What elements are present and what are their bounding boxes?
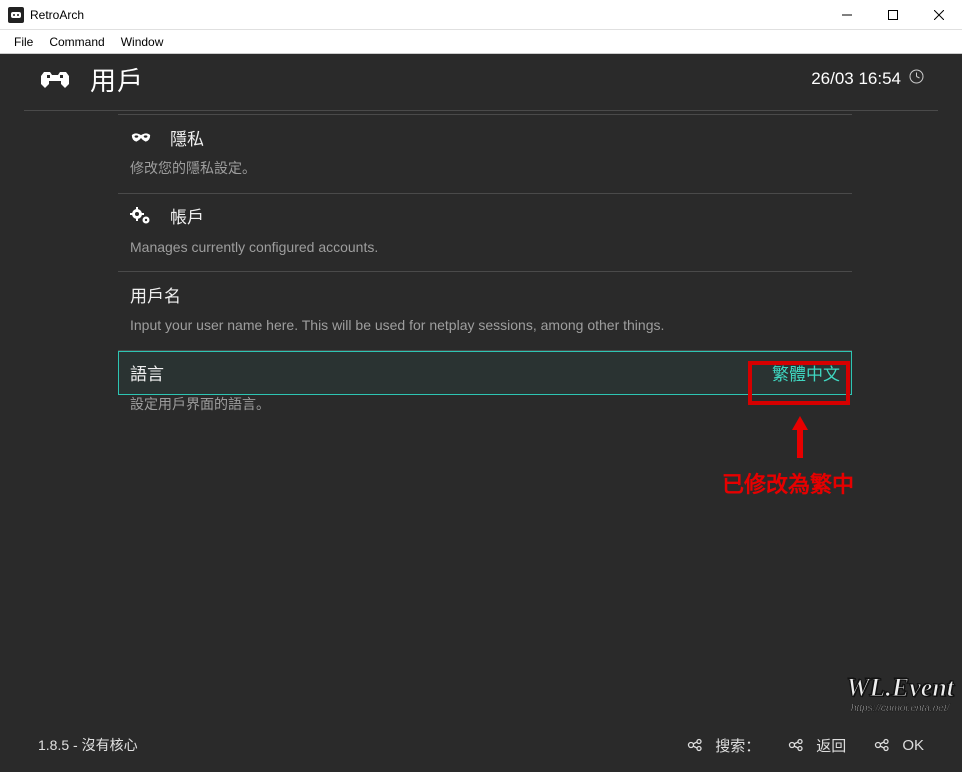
- settings-item-privacy[interactable]: 隱私 修改您的隱私設定。: [118, 114, 852, 193]
- item-description: Manages currently configured accounts.: [118, 238, 852, 272]
- mask-icon: [130, 130, 152, 144]
- gears-icon: [130, 207, 152, 225]
- settings-item-username[interactable]: 用戶名 Input your user name here. This will…: [118, 271, 852, 350]
- item-label: 帳戶: [170, 203, 204, 228]
- window-title: RetroArch: [30, 8, 84, 22]
- settings-list: 隱私 修改您的隱私設定。 帳戶 Manage: [118, 114, 852, 712]
- watermark: WL.Event https://cumoi.enta.net/: [846, 673, 954, 714]
- datetime-text: 26/03 16:54: [811, 69, 901, 89]
- menu-window[interactable]: Window: [113, 33, 172, 51]
- footer-search-button[interactable]: 搜索：: [687, 735, 760, 756]
- dots-icon: [788, 738, 806, 752]
- settings-item-language[interactable]: 語言 繁體中文 設定用戶界面的語言。: [118, 350, 852, 429]
- item-description: 設定用戶界面的語言。: [118, 395, 852, 429]
- menubar: File Command Window: [0, 30, 962, 54]
- window-titlebar: RetroArch: [0, 0, 962, 30]
- footer-button-label: 返回: [816, 735, 846, 756]
- item-label: 用戶名: [130, 282, 181, 307]
- maximize-button[interactable]: [870, 0, 916, 30]
- retroarch-icon: [38, 68, 72, 90]
- watermark-main: WL.Event: [846, 673, 954, 703]
- footer-button-label: OK: [902, 737, 924, 754]
- page-header: 用戶 26/03 16:54: [0, 54, 962, 104]
- menu-file[interactable]: File: [6, 33, 41, 51]
- app-icon: [8, 7, 24, 23]
- item-value: 繁體中文: [772, 360, 840, 385]
- watermark-sub: https://cumoi.enta.net/: [846, 703, 954, 714]
- dots-icon: [687, 738, 705, 752]
- menu-command[interactable]: Command: [41, 33, 112, 51]
- window-controls: [824, 0, 962, 30]
- header-divider: [24, 110, 938, 111]
- minimize-button[interactable]: [824, 0, 870, 30]
- footer-back-button[interactable]: 返回: [788, 735, 846, 756]
- page-title: 用戶: [90, 61, 144, 98]
- footer-button-label: 搜索：: [715, 735, 760, 756]
- close-button[interactable]: [916, 0, 962, 30]
- footer-ok-button[interactable]: OK: [874, 735, 924, 756]
- item-label: 語言: [130, 360, 164, 385]
- dots-icon: [874, 738, 892, 752]
- settings-item-accounts[interactable]: 帳戶 Manages currently configured accounts…: [118, 193, 852, 272]
- app-body: 用戶 26/03 16:54 隱私 修改您的隱私設定。: [0, 54, 962, 772]
- clock-icon: [909, 69, 924, 89]
- footer: 1.8.5 - 沒有核心 搜索： 返回 OK: [0, 718, 962, 772]
- footer-version: 1.8.5 - 沒有核心: [38, 735, 138, 755]
- item-description: 修改您的隱私設定。: [118, 159, 852, 193]
- item-description: Input your user name here. This will be …: [118, 316, 852, 350]
- item-label: 隱私: [170, 125, 204, 150]
